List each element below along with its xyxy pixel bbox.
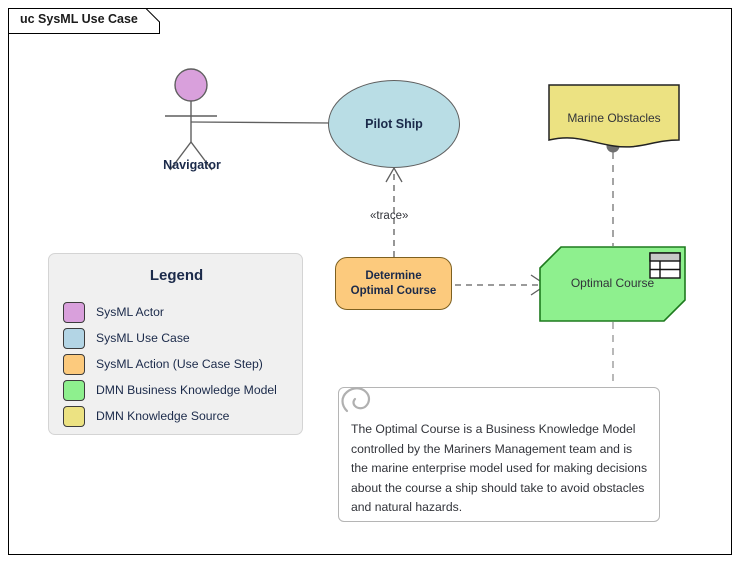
- legend-item: DMN Knowledge Source: [63, 403, 298, 429]
- legend-items: SysML Actor SysML Use Case SysML Action (U…: [63, 299, 298, 429]
- trace-stereotype-label: «trace»: [370, 210, 409, 222]
- bkm-optimal-course[interactable]: Optimal Course: [539, 246, 686, 322]
- use-case-pilot-ship[interactable]: Pilot Ship: [328, 80, 460, 168]
- legend-item: SysML Action (Use Case Step): [63, 351, 298, 377]
- legend-item: SysML Use Case: [63, 325, 298, 351]
- legend-swatch: [63, 327, 85, 349]
- diagram-canvas: uc SysML Use Case Navigator Pilot Ship «…: [0, 0, 742, 565]
- note-optimal-course-description[interactable]: The Optimal Course is a Business Knowled…: [338, 387, 660, 522]
- legend-item-label: SysML Use Case: [96, 331, 190, 345]
- legend-swatch: [63, 405, 85, 427]
- legend-swatch: [63, 379, 85, 401]
- legend-item: DMN Business Knowledge Model: [63, 377, 298, 403]
- legend-panel: Legend SysML Actor SysML Use Case SysML Ac…: [48, 253, 303, 435]
- knowledge-source-marine-obstacles-label: Marine Obstacles: [567, 111, 661, 125]
- page-title: uc SysML Use Case: [20, 12, 138, 26]
- legend-swatch: [63, 301, 85, 323]
- paperclip-icon: [341, 387, 371, 413]
- bkm-optimal-course-label: Optimal Course: [570, 276, 655, 290]
- use-case-pilot-ship-label: Pilot Ship: [365, 117, 423, 131]
- legend-item-label: SysML Actor: [96, 305, 164, 319]
- action-determine-optimal-course[interactable]: Determine Optimal Course: [335, 257, 452, 310]
- legend-item-label: SysML Action (Use Case Step): [96, 357, 263, 371]
- actor-head-icon: [174, 68, 208, 102]
- action-determine-optimal-course-label: Determine Optimal Course: [350, 269, 437, 297]
- legend-item-label: DMN Knowledge Source: [96, 409, 230, 423]
- actor-navigator-label: Navigator: [163, 158, 221, 172]
- note-text: The Optimal Course is a Business Knowled…: [351, 422, 648, 514]
- legend-title: Legend: [149, 267, 204, 284]
- legend-swatch: [63, 353, 85, 375]
- knowledge-source-marine-obstacles[interactable]: Marine Obstacles: [548, 84, 680, 150]
- legend-item: SysML Actor: [63, 299, 298, 325]
- decision-table-icon: [649, 252, 681, 279]
- legend-item-label: DMN Business Knowledge Model: [96, 383, 277, 397]
